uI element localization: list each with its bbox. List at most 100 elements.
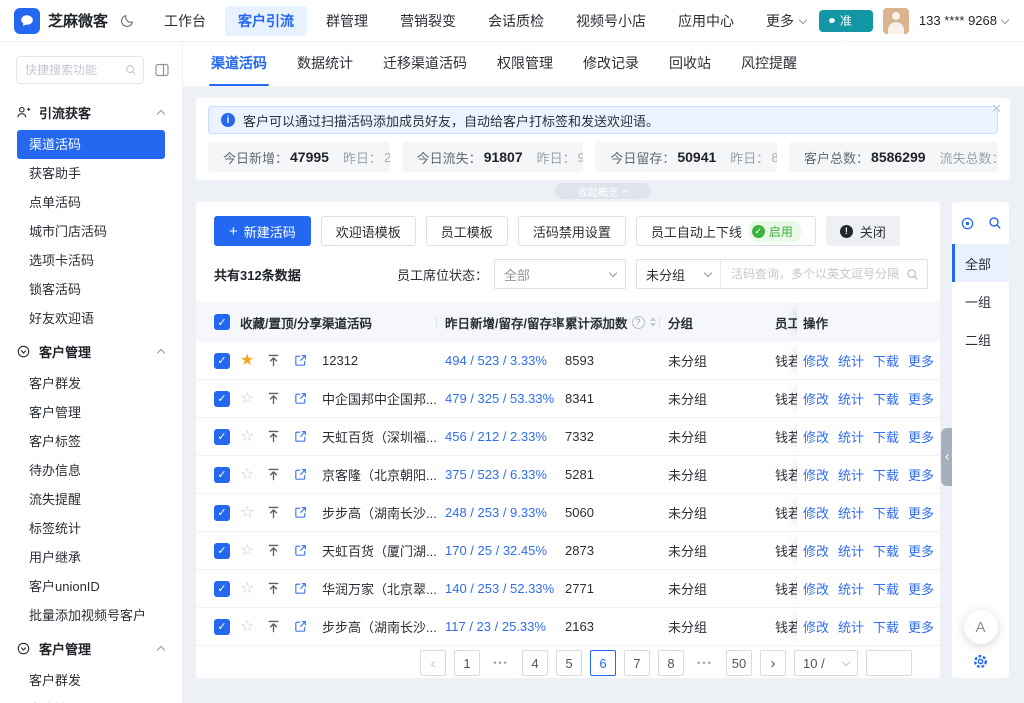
nav-item[interactable]: 会话质检 — [475, 6, 557, 36]
staff-template-button[interactable]: 员工模板 — [426, 216, 508, 246]
daily-stats-link[interactable]: 479 / 325 / 53.33% — [445, 391, 565, 406]
sidebar-menu-item[interactable]: 用户继承 — [17, 543, 165, 572]
panel-toggle-icon[interactable] — [154, 62, 170, 78]
row-checkbox[interactable]: ✓ — [214, 429, 230, 445]
action-statistics[interactable]: 统计 — [838, 465, 864, 484]
group-tab-item[interactable]: 二组 — [952, 320, 1009, 358]
favorite-star-icon[interactable]: ☆ — [240, 467, 254, 483]
page-button[interactable]: 1 — [454, 650, 480, 676]
tab[interactable]: 回收站 — [669, 42, 711, 86]
version-badge[interactable]: 标准版 — [819, 10, 873, 32]
welcome-template-button[interactable]: 欢迎语模板 — [321, 216, 416, 246]
page-button[interactable]: 5 — [556, 650, 582, 676]
page-button[interactable]: ••• — [488, 650, 514, 676]
qr-name[interactable]: 天虹百货（厦门湖... — [322, 541, 445, 560]
action-download[interactable]: 下载 — [873, 465, 899, 484]
action-statistics[interactable]: 统计 — [838, 617, 864, 636]
share-icon[interactable] — [293, 391, 308, 406]
sidebar-menu-item[interactable]: 点单活码 — [17, 188, 165, 217]
pin-top-icon[interactable] — [266, 619, 281, 634]
qr-search-input[interactable] — [721, 260, 927, 288]
row-checkbox[interactable]: ✓ — [214, 543, 230, 559]
pin-top-icon[interactable] — [266, 429, 281, 444]
action-download[interactable]: 下载 — [873, 351, 899, 370]
daily-stats-link[interactable]: 248 / 253 / 9.33% — [445, 505, 565, 520]
tab[interactable]: 修改记录 — [583, 42, 639, 86]
qr-name[interactable]: 步步高（湖南长沙... — [322, 617, 445, 636]
qr-name[interactable]: 步步高（湖南长沙... — [322, 503, 445, 522]
share-icon[interactable] — [293, 467, 308, 482]
settings-gear-icon[interactable] — [972, 653, 989, 670]
action-edit[interactable]: 修改 — [803, 541, 829, 560]
pin-top-icon[interactable] — [266, 505, 281, 520]
sidebar-menu-item[interactable]: 城市门店活码 — [17, 217, 165, 246]
pin-top-icon[interactable] — [266, 467, 281, 482]
sidebar-menu-item[interactable]: 客户管理 — [17, 398, 165, 427]
sidebar-menu-item[interactable]: 客户群发 — [17, 369, 165, 398]
sidebar-menu-item[interactable]: 好友欢迎语 — [17, 304, 165, 333]
daily-stats-link[interactable]: 456 / 212 / 2.33% — [445, 429, 565, 444]
row-checkbox[interactable]: ✓ — [214, 581, 230, 597]
tab[interactable]: 迁移渠道活码 — [383, 42, 467, 86]
share-icon[interactable] — [293, 353, 308, 368]
action-download[interactable]: 下载 — [873, 541, 899, 560]
share-icon[interactable] — [293, 429, 308, 444]
sidebar-menu-item[interactable]: 客户管理 — [17, 695, 165, 703]
page-button[interactable]: 8 — [658, 650, 684, 676]
action-download[interactable]: 下载 — [873, 503, 899, 522]
sidebar-section-customer-mgmt-2[interactable]: 客户管理 — [0, 630, 182, 666]
sidebar-menu-item[interactable]: 获客助手 — [17, 159, 165, 188]
action-edit[interactable]: 修改 — [803, 465, 829, 484]
sidebar-menu-item[interactable]: 待办信息 — [17, 456, 165, 485]
row-checkbox[interactable]: ✓ — [214, 391, 230, 407]
tab[interactable]: 渠道活码 — [211, 42, 267, 86]
action-statistics[interactable]: 统计 — [838, 389, 864, 408]
sidebar-menu-item[interactable]: 流失提醒 — [17, 485, 165, 514]
action-download[interactable]: 下载 — [873, 579, 899, 598]
qr-name[interactable]: 华润万家（北京翠... — [322, 579, 445, 598]
qr-name[interactable]: 天虹百货（深圳福... — [322, 427, 445, 446]
new-qr-button[interactable]: +新建活码 — [214, 216, 311, 246]
qr-name[interactable]: 12312 — [322, 353, 445, 368]
sidebar-menu-item[interactable]: 锁客活码 — [17, 275, 165, 304]
sidebar-menu-item[interactable]: 渠道活码 — [17, 130, 165, 159]
sidebar-menu-item[interactable]: 客户unionID — [17, 572, 165, 601]
question-circle-icon[interactable]: ? — [632, 316, 645, 329]
tab[interactable]: 风控提醒 — [741, 42, 797, 86]
action-statistics[interactable]: 统计 — [838, 427, 864, 446]
favorite-star-icon[interactable]: ☆ — [240, 581, 254, 597]
share-icon[interactable] — [293, 581, 308, 596]
action-more[interactable]: 更多 — [908, 427, 934, 446]
page-button[interactable]: ••• — [692, 650, 718, 676]
auto-online-button[interactable]: 员工自动上下线 ✓启用 — [636, 216, 816, 246]
daily-stats-link[interactable]: 375 / 523 / 6.33% — [445, 467, 565, 482]
action-download[interactable]: 下载 — [873, 389, 899, 408]
action-statistics[interactable]: 统计 — [838, 503, 864, 522]
action-edit[interactable]: 修改 — [803, 389, 829, 408]
favorite-star-icon[interactable]: ☆ — [240, 429, 254, 445]
qr-disable-settings-button[interactable]: 活码禁用设置 — [518, 216, 626, 246]
page-size-select[interactable]: 10 / — [794, 650, 858, 676]
page-button[interactable]: 4 — [522, 650, 548, 676]
row-checkbox[interactable]: ✓ — [214, 467, 230, 483]
tab[interactable]: 数据统计 — [297, 42, 353, 86]
action-edit[interactable]: 修改 — [803, 617, 829, 636]
favorite-star-icon[interactable]: ☆ — [240, 505, 254, 521]
share-icon[interactable] — [293, 619, 308, 634]
sidebar-menu-item[interactable]: 客户标签 — [17, 427, 165, 456]
nav-item[interactable]: 群管理 — [313, 6, 381, 36]
share-icon[interactable] — [293, 543, 308, 558]
action-more[interactable]: 更多 — [908, 503, 934, 522]
page-jump-input[interactable] — [866, 650, 912, 676]
page-button[interactable]: 50 — [726, 650, 752, 676]
pin-top-icon[interactable] — [266, 581, 281, 596]
action-more[interactable]: 更多 — [908, 465, 934, 484]
group-search-icon[interactable] — [988, 216, 1002, 230]
nav-item[interactable]: 视频号小店 — [563, 6, 659, 36]
row-checkbox[interactable]: ✓ — [214, 353, 230, 369]
action-edit[interactable]: 修改 — [803, 503, 829, 522]
nav-item[interactable]: 客户引流 — [225, 6, 307, 36]
panel-collapse-handle[interactable] — [941, 428, 952, 486]
collapse-overview-button[interactable]: 收起概览 — [555, 183, 651, 199]
action-more[interactable]: 更多 — [908, 541, 934, 560]
